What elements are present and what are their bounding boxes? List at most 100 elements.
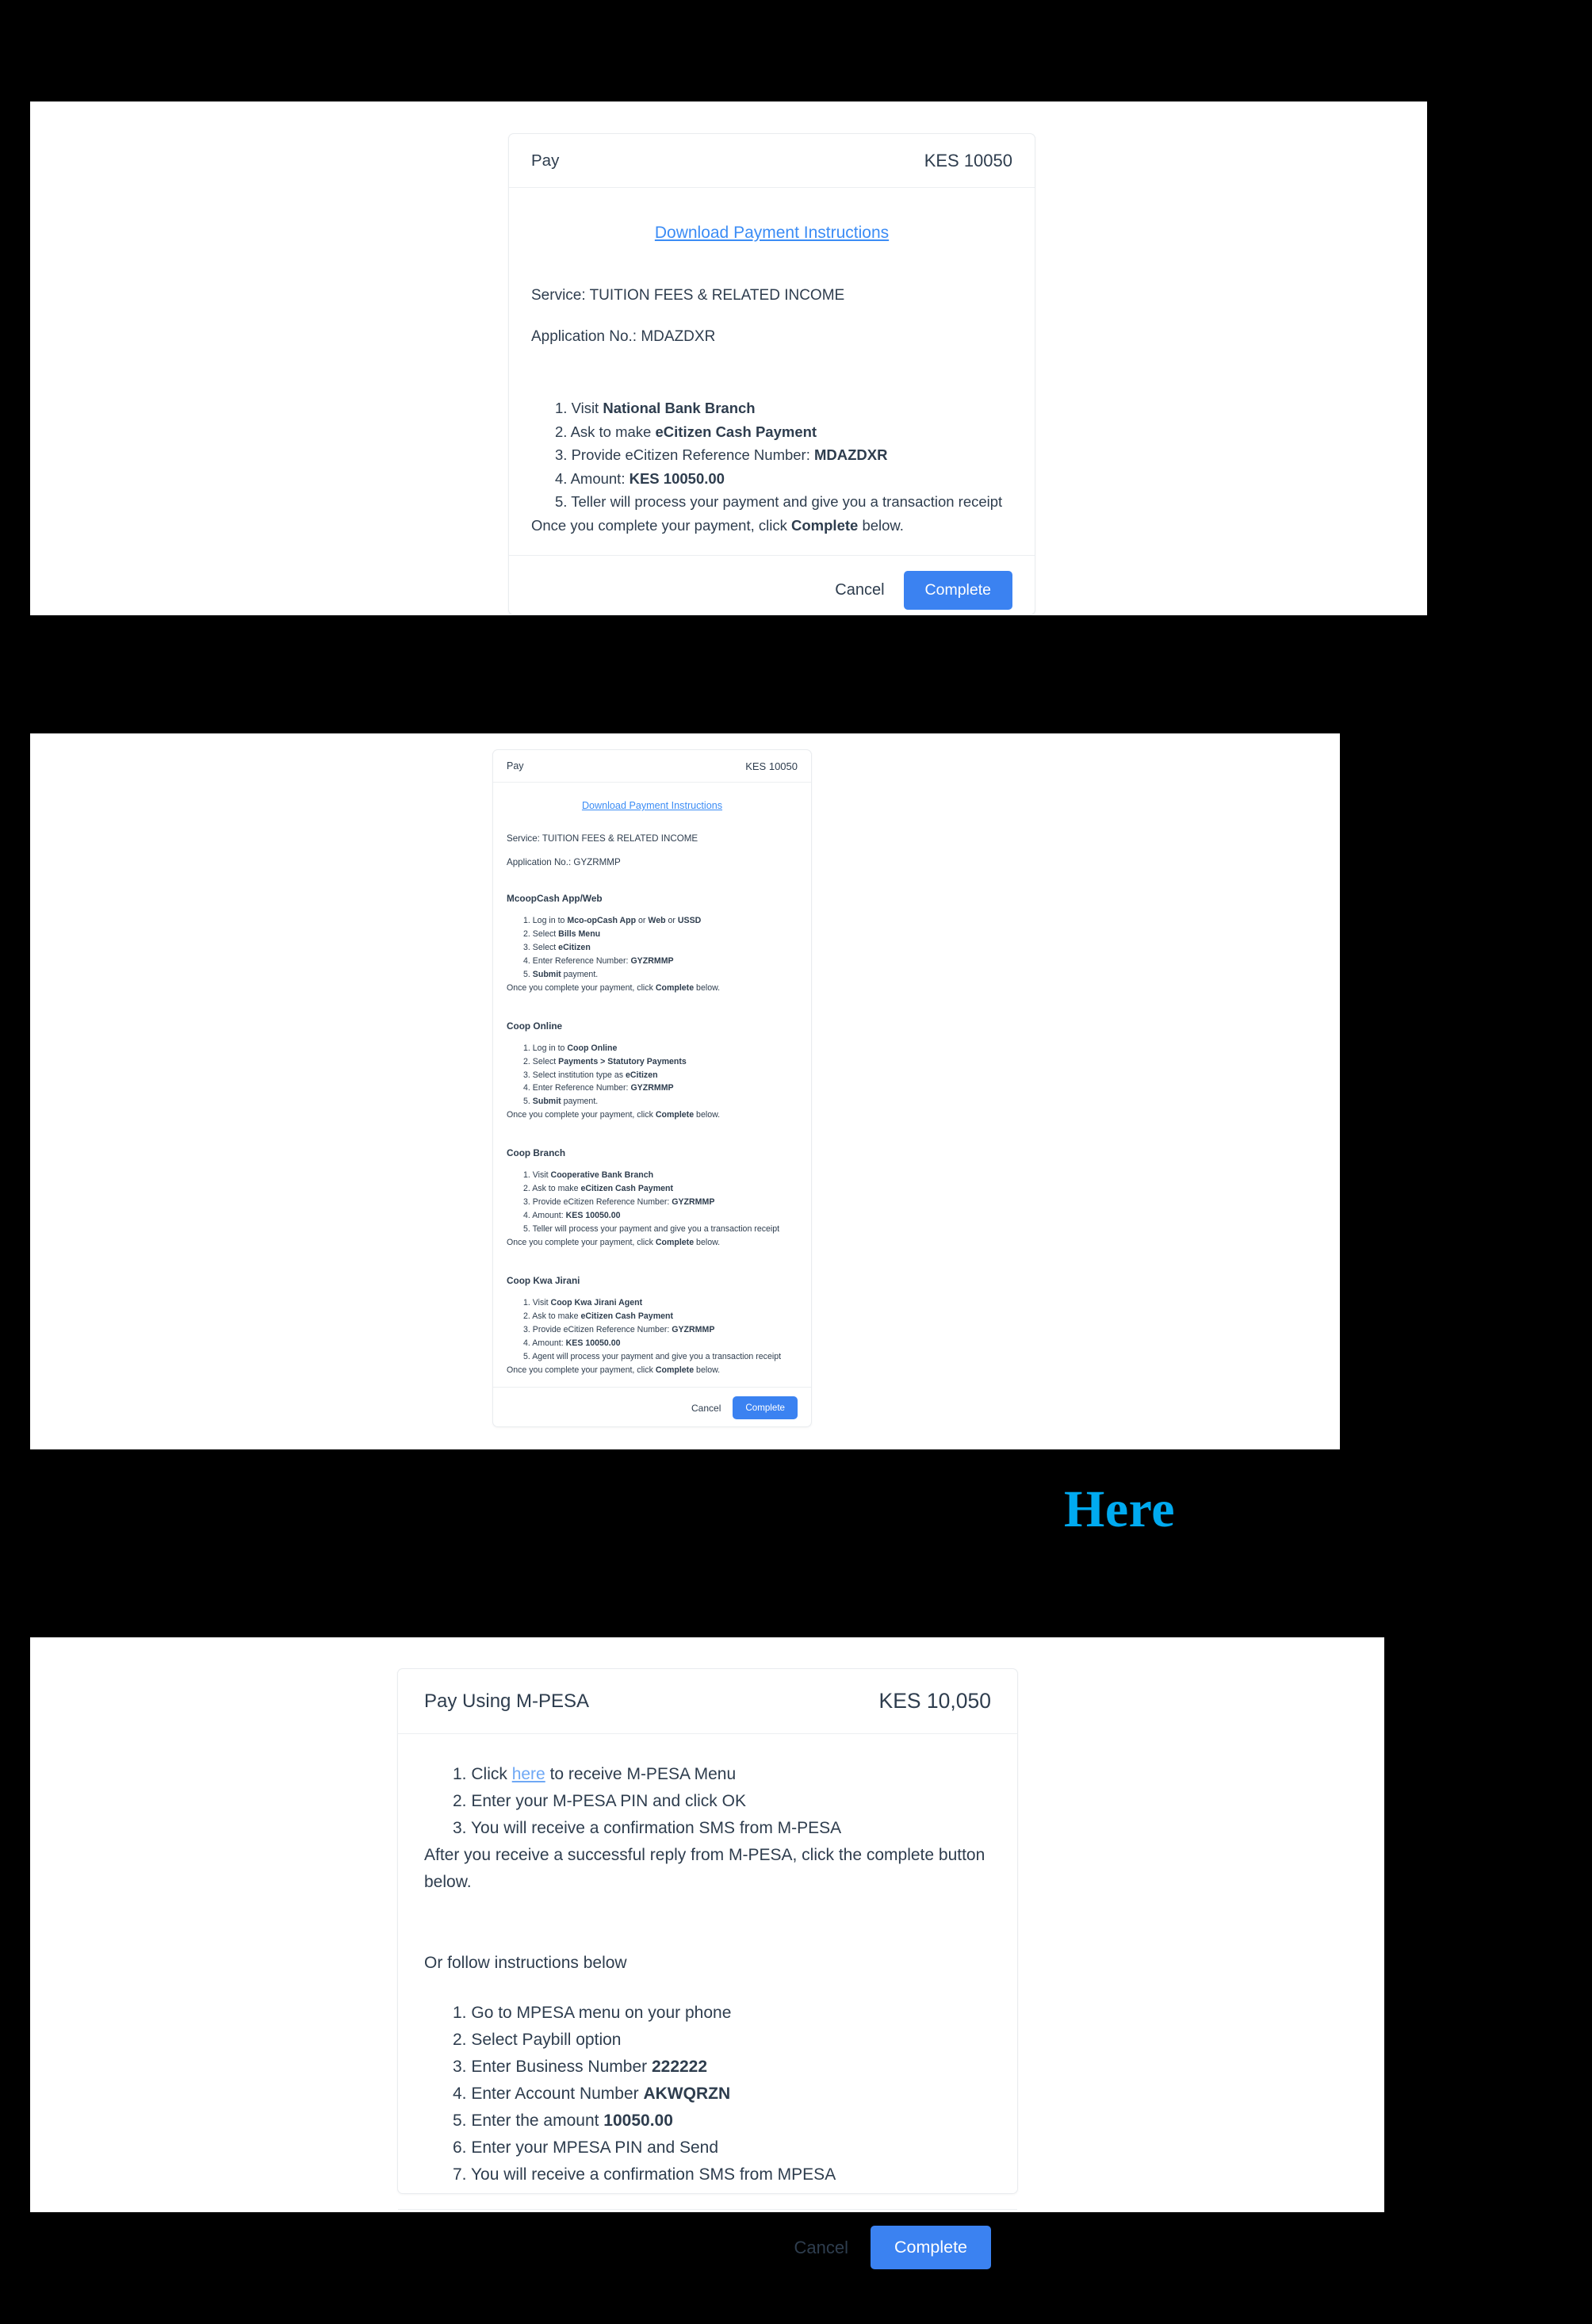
step-emphasis: KES 10050.00 bbox=[565, 1211, 621, 1221]
instruction-steps-list: 1. Log in to Mco-opCash App or Web or US… bbox=[507, 914, 798, 982]
cancel-button[interactable]: Cancel bbox=[835, 581, 884, 599]
step-text: Click bbox=[471, 1765, 512, 1783]
step-text: Enter your MPESA PIN and Send bbox=[471, 2138, 719, 2157]
card-body: Download Payment Instructions Service: T… bbox=[509, 188, 1035, 555]
instruction-step: 1. Visit Cooperative Bank Branch bbox=[523, 1169, 798, 1182]
meta-block: Service: TUITION FEES & RELATED INCOME A… bbox=[531, 287, 1012, 346]
step-emphasis: eCitizen bbox=[625, 1070, 658, 1080]
download-payment-instructions-link[interactable]: Download Payment Instructions bbox=[531, 224, 1012, 243]
step-emphasis: 222222 bbox=[651, 2058, 708, 2077]
step-emphasis: KES 10050.00 bbox=[565, 1338, 621, 1348]
step-text: 1. bbox=[523, 916, 533, 925]
instruction-step: 1. Visit Coop Kwa Jirani Agent bbox=[523, 1296, 798, 1310]
step-text: 2. bbox=[555, 423, 571, 440]
step-emphasis: USSD bbox=[677, 916, 702, 925]
step-text: or bbox=[665, 916, 678, 925]
step-emphasis: Complete bbox=[791, 516, 859, 534]
step-text: Amount: bbox=[532, 1338, 566, 1348]
step-text: Select bbox=[532, 928, 559, 939]
download-payment-instructions-link[interactable]: Download Payment Instructions bbox=[507, 800, 798, 811]
complete-button[interactable]: Complete bbox=[903, 570, 1012, 610]
instruction-step: 5. Submit payment. bbox=[523, 1095, 798, 1108]
screenshot-region-mpesa: Pay Using M-PESA KES 10,050 1. Click her… bbox=[30, 1637, 1384, 2270]
step-text: or bbox=[636, 916, 649, 925]
instruction-step: 2. Enter your M-PESA PIN and click OK bbox=[453, 1788, 991, 1815]
instruction-step: 5. Teller will process your payment and … bbox=[555, 490, 1012, 514]
step-text: 2. bbox=[523, 1184, 533, 1194]
step-emphasis: Mco-opCash App bbox=[567, 916, 637, 925]
step-emphasis: Complete bbox=[655, 1365, 695, 1375]
step-text: Once you complete your payment, click bbox=[507, 982, 656, 993]
here-link[interactable]: here bbox=[512, 1765, 545, 1783]
step-text: 5. bbox=[523, 1097, 533, 1107]
card-body: 1. Click here to receive M-PESA Menu 2. E… bbox=[398, 1734, 1017, 2209]
step-emphasis: eCitizen Cash Payment bbox=[655, 423, 817, 440]
instruction-step: 2. Select Paybill option bbox=[453, 2027, 991, 2054]
step-emphasis: GYZRMMP bbox=[672, 1197, 715, 1208]
step-emphasis: Submit bbox=[532, 969, 561, 979]
mpesa-primary-steps-list: 1. Click here to receive M-PESA Menu 2. E… bbox=[424, 1761, 991, 1842]
step-text: 1. bbox=[453, 2004, 472, 2023]
payment-method-section: McoopCash App/Web 1. Log in to Mco-opCash… bbox=[507, 893, 798, 995]
step-text: to receive M-PESA Menu bbox=[545, 1765, 737, 1783]
payment-instructions-card-mpesa: Pay Using M-PESA KES 10,050 1. Click her… bbox=[397, 1668, 1018, 2270]
instruction-step: 3. You will receive a confirmation SMS f… bbox=[453, 1815, 991, 1842]
completion-note: Once you complete your payment, click Co… bbox=[507, 1236, 798, 1250]
step-emphasis: Coop Online bbox=[567, 1043, 618, 1053]
step-text: 4. bbox=[453, 2085, 472, 2104]
application-number-line: Application No.: MDAZDXR bbox=[531, 328, 716, 345]
application-number-line: Application No.: GYZRMMP bbox=[507, 857, 621, 867]
step-text: Provide eCitizen Reference Number: bbox=[571, 446, 814, 464]
step-emphasis: GYZRMMP bbox=[672, 1324, 715, 1334]
instruction-step: 4. Enter Reference Number: GYZRMMP bbox=[523, 955, 798, 968]
step-text: below. bbox=[694, 1365, 721, 1375]
step-emphasis: Web bbox=[648, 916, 666, 925]
step-text: Enter your M-PESA PIN and click OK bbox=[471, 1792, 746, 1811]
cancel-button[interactable]: Cancel bbox=[794, 2238, 848, 2258]
step-text: 5. bbox=[523, 1351, 533, 1361]
step-text: Enter Business Number bbox=[471, 2058, 652, 2077]
step-text: 2. bbox=[453, 1792, 472, 1811]
complete-button[interactable]: Complete bbox=[870, 2226, 991, 2270]
step-text: 5. bbox=[453, 2112, 472, 2131]
instruction-step: 5. Agent will process your payment and g… bbox=[523, 1350, 798, 1364]
card-footer: Cancel Complete bbox=[509, 554, 1035, 625]
instruction-step: 7. You will receive a confirmation SMS f… bbox=[453, 2161, 991, 2188]
step-text: Select Paybill option bbox=[471, 2031, 622, 2050]
completion-note: Once you complete your payment, click Co… bbox=[531, 514, 1012, 538]
instruction-steps-list: 1. Log in to Coop Online 2. Select Paymen… bbox=[507, 1042, 798, 1109]
instruction-step: 1. Log in to Mco-opCash App or Web or US… bbox=[523, 914, 798, 928]
step-emphasis: MDAZDXR bbox=[814, 446, 888, 464]
amount-value: KES 10050 bbox=[745, 760, 798, 772]
step-text: Ask to make bbox=[570, 423, 656, 440]
step-text: Select bbox=[532, 942, 559, 952]
step-emphasis: eCitizen Cash Payment bbox=[580, 1311, 674, 1321]
instruction-step: 3. Select institution type as eCitizen bbox=[523, 1069, 798, 1082]
step-text: Once you complete your payment, click bbox=[531, 516, 792, 534]
step-text: 4. bbox=[523, 1083, 533, 1093]
mpesa-paybill-steps-list: 1. Go to MPESA menu on your phone 2. Sele… bbox=[424, 2000, 991, 2188]
step-text: 1. bbox=[523, 1297, 533, 1307]
step-text: 4. bbox=[523, 955, 533, 966]
step-emphasis: eCitizen bbox=[558, 942, 591, 952]
card-title: Pay Using M-PESA bbox=[424, 1690, 590, 1712]
instruction-step: 3. Enter Business Number 222222 bbox=[453, 2054, 991, 2081]
complete-button[interactable]: Complete bbox=[733, 1396, 798, 1419]
step-text: Amount: bbox=[532, 1211, 566, 1221]
instruction-step: 5. Enter the amount 10050.00 bbox=[453, 2108, 991, 2134]
step-text: payment. bbox=[561, 1097, 599, 1107]
completion-note: Once you complete your payment, click Co… bbox=[507, 1108, 798, 1122]
step-text: Visit bbox=[571, 400, 603, 416]
payment-method-section: Coop Kwa Jirani 1. Visit Coop Kwa Jirani … bbox=[507, 1275, 798, 1377]
step-text: 5. bbox=[523, 1224, 533, 1234]
step-text: 5. bbox=[523, 969, 533, 979]
step-text: Visit bbox=[532, 1297, 551, 1307]
step-text: Enter Reference Number: bbox=[532, 955, 631, 966]
step-emphasis: AKWQRZN bbox=[643, 2085, 731, 2104]
card-header: Pay Using M-PESA KES 10,050 bbox=[398, 1669, 1017, 1734]
step-text: Provide eCitizen Reference Number: bbox=[532, 1197, 672, 1208]
step-emphasis: GYZRMMP bbox=[630, 955, 674, 966]
step-emphasis: Complete bbox=[655, 1237, 695, 1247]
card-header: Pay KES 10050 bbox=[509, 134, 1035, 188]
cancel-button[interactable]: Cancel bbox=[691, 1403, 721, 1414]
